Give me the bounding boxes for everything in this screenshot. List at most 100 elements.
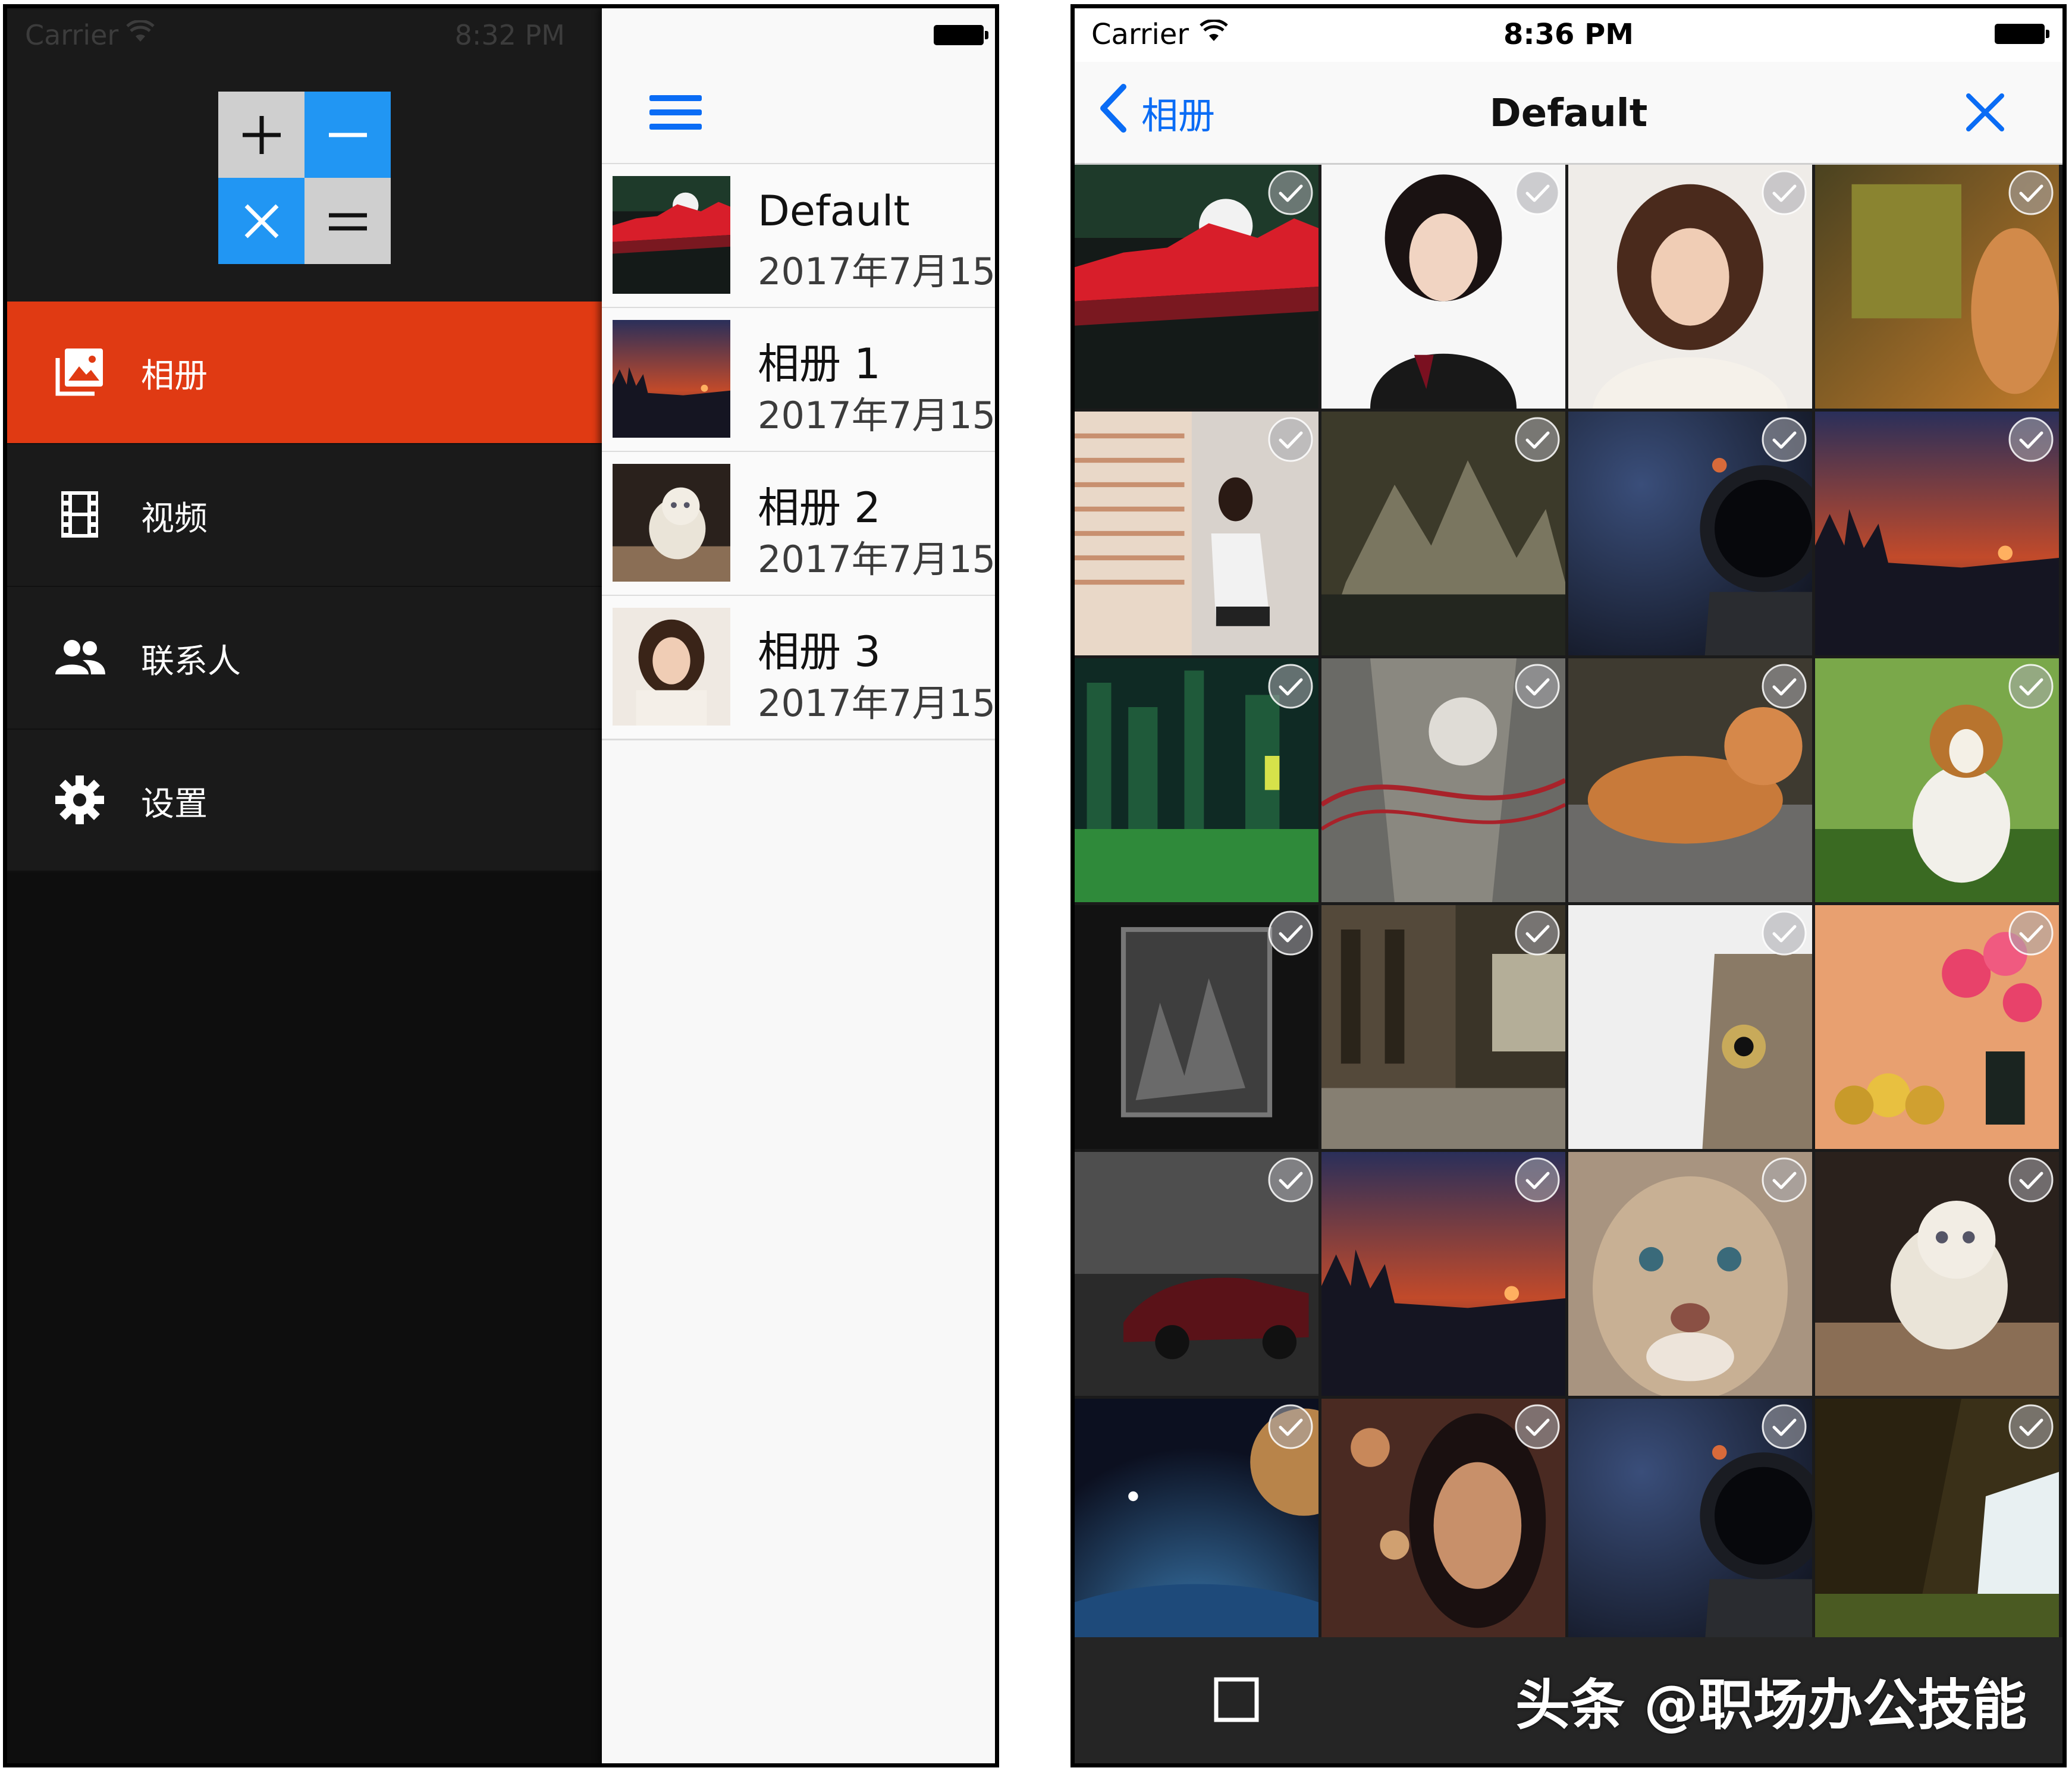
photo-tile[interactable] [1568, 412, 1812, 655]
select-photo-checkmark[interactable] [1514, 169, 1561, 216]
select-photo-checkmark[interactable] [1514, 1403, 1561, 1450]
album-thumbnail [613, 464, 730, 582]
menu-item-settings[interactable]: 设置 [7, 730, 602, 872]
select-photo-checkmark[interactable] [2008, 910, 2054, 956]
select-photo-checkmark[interactable] [2008, 169, 2054, 216]
photo-tile[interactable] [1321, 658, 1565, 902]
photo-tile[interactable] [1815, 165, 2059, 409]
album-row[interactable]: Default 2017年7月15日 [602, 164, 996, 309]
photo-tile[interactable] [1568, 658, 1812, 902]
checkmark-icon [1762, 1404, 1807, 1449]
photo-tile[interactable] [1568, 905, 1812, 1149]
wifi-icon [1200, 18, 1228, 50]
bottom-toolbar: 头条 @职场办公技能 [1075, 1637, 2062, 1763]
checkmark-icon [2008, 417, 2054, 462]
checkmark-icon [1515, 910, 1560, 956]
checkmark-icon [1268, 1157, 1313, 1202]
album-row[interactable]: 相册 2 2017年7月15日 [602, 452, 996, 596]
status-bar: 8:36 PM Carrier [1075, 8, 2062, 62]
select-photo-checkmark[interactable] [1267, 910, 1314, 956]
photo-tile[interactable] [1815, 1399, 2059, 1643]
checkmark-icon [1268, 664, 1313, 709]
checkmark-icon [1515, 417, 1560, 462]
photo-tile[interactable] [1075, 658, 1318, 902]
photo-album-icon [50, 342, 109, 401]
album-title: 相册 3 [758, 627, 881, 676]
album-date: 2017年7月15日 [758, 682, 996, 725]
checkmark-icon [1762, 910, 1807, 956]
select-photo-checkmark[interactable] [2008, 416, 2054, 463]
select-photo-checkmark[interactable] [1761, 1403, 1807, 1450]
close-button[interactable] [1961, 89, 2009, 136]
checkmark-icon [1268, 170, 1313, 215]
photo-tile[interactable] [1075, 1399, 1318, 1643]
select-photo-checkmark[interactable] [1267, 416, 1314, 463]
photo-tile[interactable] [1568, 1399, 1812, 1643]
select-photo-checkmark[interactable] [2008, 1157, 2054, 1203]
photo-tile[interactable] [1321, 165, 1565, 409]
select-photo-checkmark[interactable] [1761, 663, 1807, 709]
checkmark-icon [1268, 910, 1313, 956]
photo-tile[interactable] [1568, 1152, 1812, 1396]
status-time: 8:32 PM [454, 19, 565, 51]
select-photo-checkmark[interactable] [1267, 663, 1314, 709]
menu-item-contacts[interactable]: 联系人 [7, 587, 602, 730]
album-title: 相册 1 [758, 340, 881, 388]
select-photo-checkmark[interactable] [1514, 1157, 1561, 1203]
select-photo-checkmark[interactable] [1267, 169, 1314, 216]
photo-tile[interactable] [1321, 1399, 1565, 1643]
checkmark-icon [1762, 664, 1807, 709]
album-date: 2017年7月15日 [758, 538, 996, 581]
menu-item-videos[interactable]: 视频 [7, 444, 602, 587]
photo-tile[interactable] [1321, 412, 1565, 655]
select-photo-checkmark[interactable] [1267, 1403, 1314, 1450]
photo-tile[interactable] [1568, 165, 1812, 409]
checkmark-icon [2008, 1157, 2054, 1202]
film-strip-icon [50, 485, 109, 544]
menu-item-albums[interactable]: 相册 [7, 302, 602, 444]
navigation-bar: 相册 Default [1075, 62, 2062, 165]
album-date: 2017年7月15日 [758, 394, 996, 437]
photo-tile[interactable] [1075, 905, 1318, 1149]
carrier-label: Carrier [25, 19, 119, 51]
select-photo-checkmark[interactable] [1761, 416, 1807, 463]
select-photo-checkmark[interactable] [2008, 663, 2054, 709]
photo-tile[interactable] [1075, 1152, 1318, 1396]
checkmark-icon [1762, 1157, 1807, 1202]
plus-icon [218, 92, 304, 178]
album-list-panel: Default2017年7月15日相册 12017年7月15日相册 22017年… [602, 8, 996, 1763]
status-bar: Carrier 8:32 PM [7, 8, 602, 65]
select-photo-checkmark[interactable] [1267, 1157, 1314, 1203]
photo-tile[interactable] [1321, 1152, 1565, 1396]
photo-tile[interactable] [1815, 905, 2059, 1149]
select-photo-checkmark[interactable] [1761, 1157, 1807, 1203]
photo-tile[interactable] [1815, 412, 2059, 655]
checkmark-icon [1268, 1404, 1313, 1449]
checkmark-icon [1515, 1157, 1560, 1202]
hamburger-menu-icon[interactable] [649, 92, 702, 133]
side-drawer: Carrier 8:32 PM 相册 视频 联系人 设置 [7, 8, 602, 1763]
checkmark-icon [2008, 910, 2054, 956]
select-photo-checkmark[interactable] [1761, 169, 1807, 216]
album-row[interactable]: 相册 1 2017年7月15日 [602, 308, 996, 453]
menu-label-albums: 相册 [141, 357, 208, 395]
select-photo-checkmark[interactable] [1514, 416, 1561, 463]
photo-tile[interactable] [1075, 165, 1318, 409]
photo-tile[interactable] [1815, 1152, 2059, 1396]
right-phone-screen: 8:36 PM Carrier 相册 Default 头条 @职场办公技能 [1070, 4, 2067, 1767]
select-photo-checkmark[interactable] [1514, 663, 1561, 709]
photo-tile[interactable] [1815, 658, 2059, 902]
checkmark-icon [2008, 664, 2054, 709]
checkmark-icon [1515, 664, 1560, 709]
select-photo-checkmark[interactable] [2008, 1403, 2054, 1450]
album-row[interactable]: 相册 3 2017年7月15日 [602, 596, 996, 740]
album-date: 2017年7月15日 [758, 250, 996, 293]
carrier-label: Carrier [1091, 18, 1189, 51]
battery-icon [1995, 24, 2049, 44]
album-title: Default [758, 187, 910, 236]
select-all-checkbox[interactable] [1213, 1676, 1260, 1723]
select-photo-checkmark[interactable] [1761, 910, 1807, 956]
select-photo-checkmark[interactable] [1514, 910, 1561, 956]
photo-tile[interactable] [1321, 905, 1565, 1149]
photo-tile[interactable] [1075, 412, 1318, 655]
